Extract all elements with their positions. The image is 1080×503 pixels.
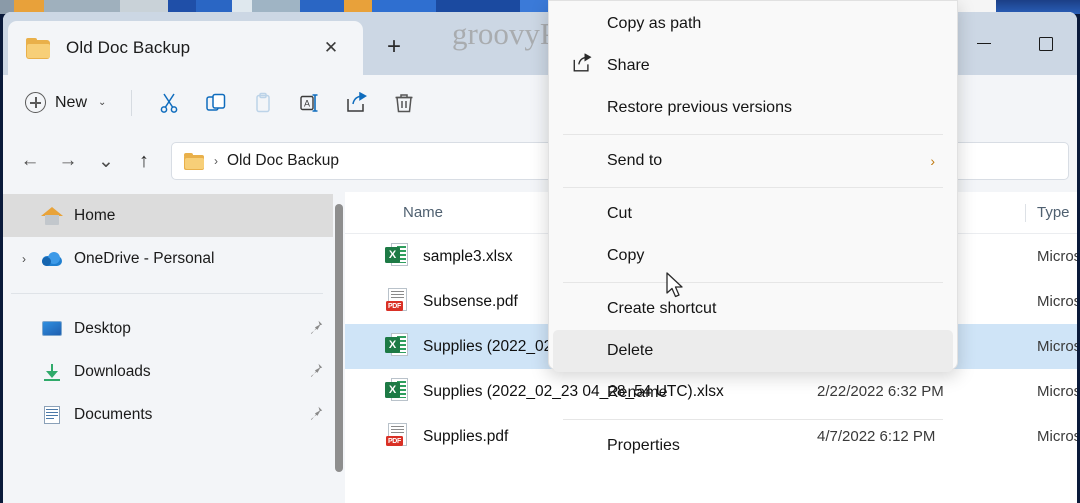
menu-item-label: Share bbox=[607, 57, 650, 74]
new-button[interactable]: New ⌄ bbox=[19, 86, 114, 120]
menu-item-label: Copy as path bbox=[607, 15, 702, 32]
toolbar-divider bbox=[131, 89, 133, 116]
sidebar-item-label: Home bbox=[74, 206, 116, 224]
file-type: Microsoft Excel W bbox=[1037, 338, 1077, 355]
recent-locations-button[interactable]: ⌄ bbox=[87, 142, 125, 180]
plus-icon bbox=[25, 92, 46, 113]
share-icon bbox=[571, 53, 593, 79]
column-header-type[interactable]: Type bbox=[1037, 204, 1070, 221]
pdf-file-icon: PDF bbox=[385, 423, 409, 450]
home-icon bbox=[41, 206, 63, 226]
new-button-label: New bbox=[55, 93, 88, 111]
sidebar-item-label: Downloads bbox=[74, 362, 151, 380]
sidebar-item-documents[interactable]: Documents bbox=[3, 393, 345, 436]
menu-item-restore-previous-versions[interactable]: Restore previous versions bbox=[553, 87, 953, 129]
sidebar-item-desktop[interactable]: Desktop bbox=[3, 307, 345, 350]
menu-item-label: Cut bbox=[607, 205, 632, 222]
minimize-button[interactable] bbox=[953, 12, 1015, 75]
menu-item-label: Properties bbox=[607, 437, 680, 454]
breadcrumb-current[interactable]: Old Doc Backup bbox=[227, 152, 339, 170]
paste-icon bbox=[239, 83, 286, 123]
file-type: Microsoft Excel W bbox=[1037, 248, 1077, 265]
menu-divider bbox=[563, 419, 943, 420]
menu-item-share[interactable]: Share bbox=[553, 45, 953, 87]
screen: Old Doc Backup ✕ + New ⌄ A ← → ⌄ ↑ › Old… bbox=[0, 0, 1080, 503]
chevron-right-icon[interactable]: › bbox=[17, 252, 31, 266]
sidebar-item-downloads[interactable]: Downloads bbox=[3, 350, 345, 393]
forward-button[interactable]: → bbox=[49, 142, 87, 180]
sidebar-item-label: OneDrive - Personal bbox=[74, 249, 215, 267]
menu-divider bbox=[563, 282, 943, 283]
back-button[interactable]: ← bbox=[11, 142, 49, 180]
menu-item-send-to[interactable]: Send to › bbox=[553, 140, 953, 182]
menu-item-label: Rename bbox=[607, 384, 668, 401]
cut-icon[interactable] bbox=[145, 83, 192, 123]
menu-item-copy-as-path[interactable]: Copy as path bbox=[553, 3, 953, 45]
sidebar-item-label: Desktop bbox=[74, 319, 131, 337]
menu-item-copy[interactable]: Copy bbox=[553, 235, 953, 277]
menu-item-label: Restore previous versions bbox=[607, 99, 792, 116]
close-icon[interactable]: ✕ bbox=[317, 34, 345, 62]
chevron-down-icon: ⌄ bbox=[98, 97, 107, 108]
folder-icon bbox=[184, 152, 205, 170]
new-tab-button[interactable]: + bbox=[376, 30, 412, 64]
menu-divider bbox=[563, 134, 943, 135]
tab-title: Old Doc Backup bbox=[66, 38, 191, 57]
maximize-button[interactable] bbox=[1015, 12, 1077, 75]
column-header-name[interactable]: Name bbox=[403, 204, 443, 221]
copy-icon[interactable] bbox=[192, 83, 239, 123]
menu-item-label: Copy bbox=[607, 247, 645, 264]
file-name: sample3.xlsx bbox=[423, 247, 513, 265]
context-menu: Copy as path Share Restore previous vers… bbox=[548, 0, 958, 454]
file-name: Subsense.pdf bbox=[423, 292, 518, 310]
xlsx-file-icon: X bbox=[385, 243, 409, 270]
menu-item-label: Delete bbox=[607, 342, 654, 359]
xlsx-file-icon: X bbox=[385, 378, 409, 405]
downloads-icon bbox=[41, 362, 63, 382]
menu-item-label: Send to bbox=[607, 152, 663, 169]
file-type: Microsoft Edge PD bbox=[1037, 293, 1077, 310]
menu-item-cut[interactable]: Cut bbox=[553, 193, 953, 235]
navigation-pane: Home › OneDrive - Personal Desktop Downl… bbox=[3, 192, 345, 503]
menu-divider bbox=[563, 187, 943, 188]
column-divider[interactable] bbox=[1025, 204, 1026, 222]
pin-icon[interactable] bbox=[309, 363, 323, 381]
pin-icon[interactable] bbox=[309, 406, 323, 424]
chevron-right-icon: › bbox=[930, 153, 935, 169]
sidebar-item-label: Documents bbox=[74, 405, 153, 423]
rename-icon[interactable]: A bbox=[286, 83, 333, 123]
documents-icon bbox=[41, 405, 63, 425]
desktop-icon bbox=[41, 319, 63, 339]
file-type: Microsoft Edge PD bbox=[1037, 428, 1077, 445]
file-type: Microsoft Excel W bbox=[1037, 383, 1077, 400]
pdf-file-icon: PDF bbox=[385, 288, 409, 315]
folder-icon bbox=[26, 37, 52, 59]
menu-item-properties[interactable]: Properties bbox=[553, 425, 953, 467]
sidebar-item-home[interactable]: Home bbox=[3, 194, 345, 237]
onedrive-cloud-icon bbox=[41, 249, 63, 269]
breadcrumb-separator: › bbox=[214, 154, 218, 168]
menu-item-label: Create shortcut bbox=[607, 300, 717, 317]
sidebar-item-onedrive[interactable]: › OneDrive - Personal bbox=[3, 237, 345, 280]
xlsx-file-icon: X bbox=[385, 333, 409, 360]
file-name: Supplies.pdf bbox=[423, 427, 509, 445]
menu-item-create-shortcut[interactable]: Create shortcut bbox=[553, 288, 953, 330]
sidebar-scrollbar[interactable] bbox=[333, 192, 345, 503]
sidebar-divider bbox=[11, 293, 323, 294]
menu-item-delete[interactable]: Delete bbox=[553, 330, 953, 372]
scrollbar-thumb[interactable] bbox=[335, 204, 343, 472]
tab-old-doc-backup[interactable]: Old Doc Backup ✕ bbox=[8, 21, 363, 75]
menu-item-rename[interactable]: Rename bbox=[553, 372, 953, 414]
pin-icon[interactable] bbox=[309, 320, 323, 338]
delete-icon[interactable] bbox=[380, 83, 427, 123]
svg-text:A: A bbox=[304, 98, 310, 108]
up-button[interactable]: ↑ bbox=[125, 142, 163, 180]
share-icon[interactable] bbox=[333, 83, 380, 123]
window-controls bbox=[953, 12, 1077, 75]
